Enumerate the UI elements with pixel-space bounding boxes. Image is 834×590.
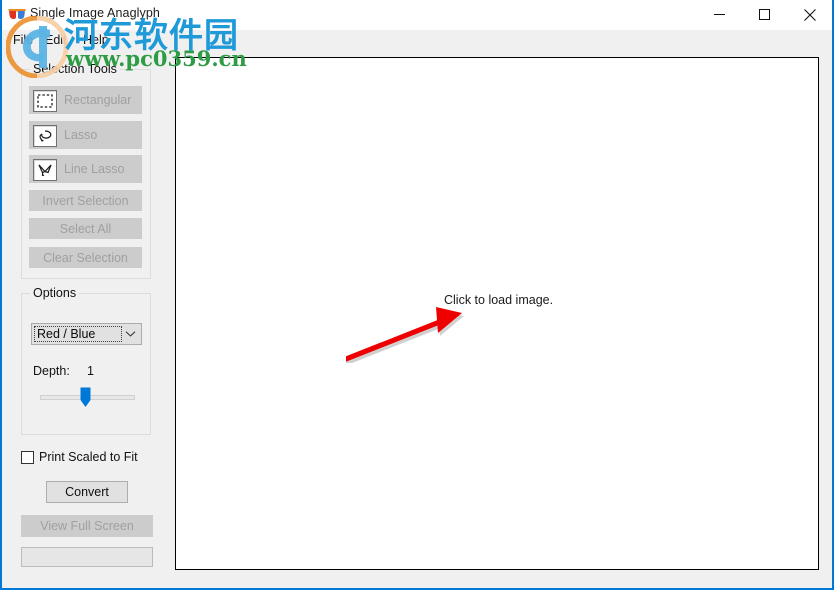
minimize-button[interactable]	[697, 0, 742, 29]
menu-bar: File Edit Help	[2, 29, 832, 51]
image-canvas[interactable]: Click to load image.	[175, 57, 819, 570]
conversion-progress-bar	[21, 547, 153, 567]
options-title: Options	[30, 286, 80, 300]
depth-value: 1	[87, 364, 94, 378]
clear-selection-button[interactable]: Clear Selection	[29, 247, 142, 268]
depth-slider-thumb[interactable]	[80, 387, 91, 408]
clear-selection-label: Clear Selection	[43, 250, 128, 265]
window-controls	[697, 0, 832, 29]
anaglyph-mode-value: Red / Blue	[37, 327, 96, 341]
view-full-screen-label: View Full Screen	[40, 519, 134, 533]
depth-label: Depth:	[33, 364, 70, 378]
menu-item-edit[interactable]: Edit	[40, 32, 72, 48]
window-title: Single Image Anaglyph	[30, 6, 160, 20]
anaglyph-mode-select[interactable]: Red / Blue	[31, 323, 142, 345]
menu-item-file[interactable]: File	[8, 32, 38, 48]
line-lasso-select-label: Line Lasso	[64, 162, 125, 176]
invert-selection-label: Invert Selection	[42, 193, 129, 208]
menu-item-help[interactable]: Help	[78, 32, 114, 48]
lasso-icon	[33, 125, 57, 147]
depth-slider[interactable]	[40, 387, 135, 409]
red-arrow-annotation	[343, 293, 476, 365]
title-bar: Single Image Anaglyph	[2, 0, 832, 30]
select-all-button[interactable]: Select All	[29, 218, 142, 239]
rectangular-select-label: Rectangular	[64, 93, 132, 107]
view-full-screen-button[interactable]: View Full Screen	[21, 515, 153, 537]
anaglyph-glasses-icon	[8, 6, 26, 22]
lasso-select-label: Lasso	[64, 128, 98, 142]
chevron-down-icon[interactable]	[122, 324, 138, 344]
selection-tools-title: Selection Tools	[30, 62, 120, 76]
lasso-select-button[interactable]: Lasso	[29, 121, 142, 149]
invert-selection-button[interactable]: Invert Selection	[29, 190, 142, 211]
line-lasso-icon	[33, 159, 57, 181]
rectangular-marquee-icon	[33, 90, 57, 112]
convert-label: Convert	[65, 485, 109, 499]
line-lasso-select-button[interactable]: Line Lasso	[29, 155, 142, 183]
maximize-button[interactable]	[742, 0, 787, 29]
print-scaled-checkbox-row[interactable]: Print Scaled to Fit	[21, 450, 138, 464]
print-scaled-checkbox[interactable]	[21, 450, 34, 464]
convert-button[interactable]: Convert	[46, 481, 128, 503]
select-all-label: Select All	[59, 221, 112, 236]
rectangular-select-button[interactable]: Rectangular	[29, 86, 142, 114]
application-window: Single Image Anaglyph File Edit Help Sel…	[0, 0, 834, 590]
print-scaled-label: Print Scaled to Fit	[39, 450, 138, 464]
close-button[interactable]	[787, 0, 832, 29]
